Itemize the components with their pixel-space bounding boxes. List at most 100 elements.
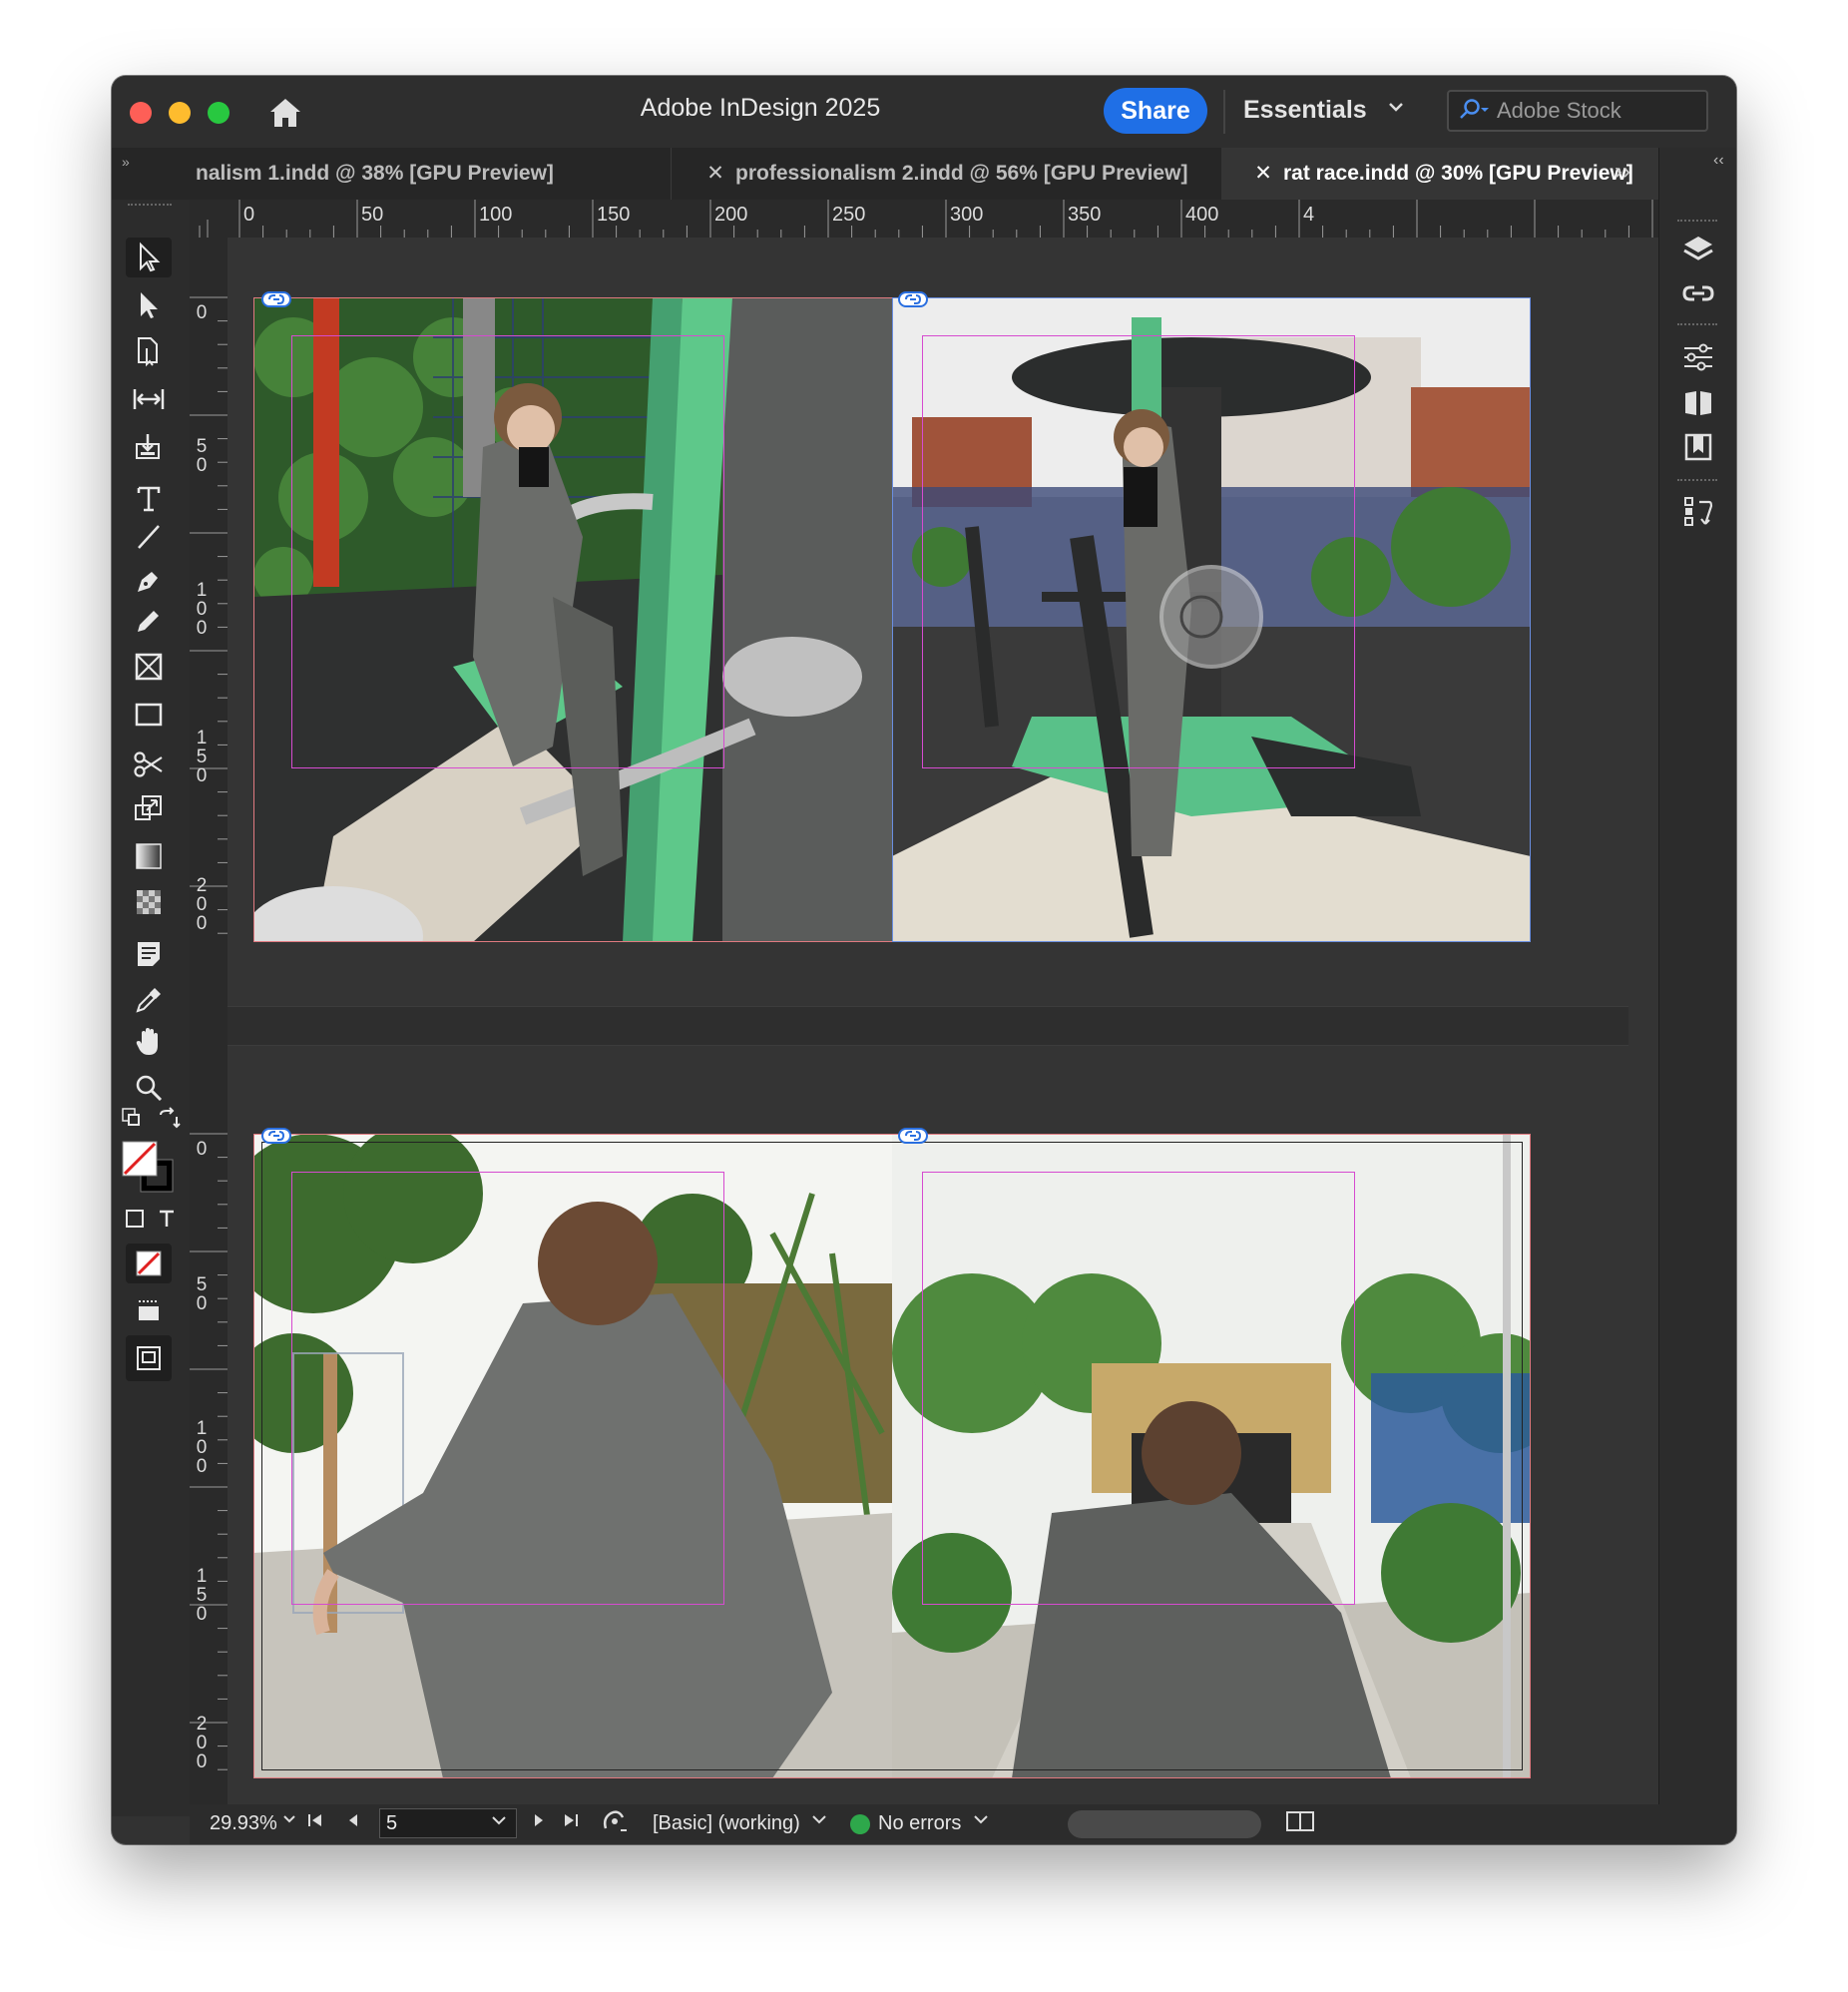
zoom-window-button[interactable] bbox=[208, 102, 230, 124]
line-tool-icon[interactable] bbox=[126, 517, 172, 557]
ruler-label: 150 bbox=[196, 728, 208, 786]
document-canvas[interactable] bbox=[228, 238, 1658, 1804]
ruler-label: 100 bbox=[196, 1418, 208, 1477]
screen-mode-icon[interactable] bbox=[126, 1291, 172, 1331]
ruler-label: 0 bbox=[243, 204, 255, 226]
gradient-feather-tool-icon[interactable] bbox=[126, 882, 172, 922]
panel-grip[interactable] bbox=[1677, 323, 1717, 329]
status-ok-icon bbox=[850, 1814, 870, 1834]
close-tab-icon[interactable]: ✕ bbox=[1249, 148, 1277, 200]
free-transform-tool-icon[interactable] bbox=[126, 788, 172, 828]
selection-tool-icon[interactable] bbox=[126, 238, 172, 277]
app-title: Adobe InDesign 2025 bbox=[640, 94, 881, 122]
cc-libraries-icon[interactable] bbox=[1677, 427, 1719, 467]
formatting-container-icon[interactable] bbox=[122, 1206, 148, 1232]
note-tool-icon[interactable] bbox=[126, 934, 172, 974]
link-icon[interactable] bbox=[898, 291, 928, 307]
properties-icon[interactable] bbox=[1677, 337, 1719, 377]
adobe-stock-search[interactable] bbox=[1447, 90, 1708, 132]
formatting-text-icon[interactable] bbox=[154, 1206, 180, 1232]
ruler-label: 100 bbox=[479, 204, 513, 226]
rectangle-frame-tool-icon[interactable] bbox=[126, 647, 172, 687]
first-page-icon[interactable] bbox=[305, 1810, 325, 1836]
zoom-level[interactable]: 29.93% bbox=[210, 1812, 277, 1835]
content-collector-icon[interactable] bbox=[126, 427, 172, 467]
last-page-icon[interactable] bbox=[561, 1810, 581, 1836]
page-tool-icon[interactable] bbox=[126, 331, 172, 371]
tools-panel bbox=[112, 200, 191, 1816]
home-icon[interactable] bbox=[267, 96, 303, 130]
ruler-label: 0 bbox=[196, 1139, 208, 1160]
link-icon[interactable] bbox=[261, 291, 291, 307]
eyedropper-tool-icon[interactable] bbox=[126, 980, 172, 1020]
swap-fill-stroke-icon[interactable] bbox=[154, 1104, 184, 1134]
ruler-label: 200 bbox=[714, 204, 748, 226]
preview-mode-icon[interactable] bbox=[126, 1335, 172, 1381]
preflight-profile[interactable]: [Basic] (working) bbox=[653, 1812, 800, 1835]
pencil-tool-icon[interactable] bbox=[126, 601, 172, 641]
fill-stroke-swatch[interactable] bbox=[118, 1138, 180, 1198]
workspace-switcher[interactable]: Essentials bbox=[1243, 96, 1367, 125]
tab-overflow-icon[interactable]: ›› bbox=[1615, 158, 1630, 186]
link-icon[interactable] bbox=[261, 1128, 291, 1144]
ruler-label: 400 bbox=[1185, 204, 1219, 226]
spread-separator bbox=[228, 1006, 1628, 1046]
panel-grip[interactable] bbox=[128, 204, 172, 210]
hand-tool-icon[interactable] bbox=[126, 1022, 172, 1062]
vertical-ruler[interactable]: 0 50 100 150 200 0 50 100 150 200 bbox=[190, 238, 229, 1804]
ruler-label: 0 bbox=[196, 302, 208, 323]
layers-icon[interactable] bbox=[1677, 230, 1719, 269]
open-document-page-icon[interactable] bbox=[601, 1808, 629, 1840]
tab-document-1[interactable]: nalism 1.indd @ 38% [GPU Preview] bbox=[196, 148, 671, 200]
horizontal-scrollbar[interactable] bbox=[1068, 1810, 1261, 1838]
default-fill-stroke-icon[interactable] bbox=[118, 1104, 148, 1134]
text-wrap-icon[interactable] bbox=[1677, 491, 1719, 531]
panel-grip[interactable] bbox=[1677, 479, 1717, 485]
chevron-down-icon[interactable] bbox=[1387, 98, 1405, 121]
horizontal-ruler[interactable]: 0 50 100 150 200 250 300 350 400 4 bbox=[190, 200, 1658, 239]
links-icon[interactable] bbox=[1677, 273, 1719, 313]
toolbar-collapse-icon[interactable]: » bbox=[122, 154, 130, 170]
rectangle-tool-icon[interactable] bbox=[126, 695, 172, 735]
close-tab-icon[interactable]: ✕ bbox=[701, 148, 729, 200]
title-separator bbox=[1223, 90, 1225, 134]
previous-page-icon[interactable] bbox=[343, 1810, 363, 1836]
ruler-label: 200 bbox=[196, 1714, 208, 1772]
tab-document-2[interactable]: ✕ professionalism 2.indd @ 56% [GPU Previ… bbox=[671, 148, 1222, 200]
chevron-down-icon[interactable] bbox=[972, 1810, 990, 1834]
type-tool-icon[interactable] bbox=[126, 479, 172, 519]
ruler-label: 50 bbox=[196, 1274, 208, 1314]
ruler-label: 300 bbox=[950, 204, 984, 226]
scissors-tool-icon[interactable] bbox=[126, 745, 172, 784]
next-page-icon[interactable] bbox=[529, 1810, 549, 1836]
panel-dock: ‹‹ bbox=[1658, 148, 1736, 1824]
link-icon[interactable] bbox=[898, 1128, 928, 1144]
apply-none-icon[interactable] bbox=[126, 1244, 172, 1283]
chevron-down-icon[interactable] bbox=[489, 1810, 509, 1836]
minimize-window-button[interactable] bbox=[169, 102, 191, 124]
ruler-label: 100 bbox=[196, 580, 208, 639]
split-window-icon[interactable] bbox=[1285, 1810, 1315, 1838]
selected-frame[interactable] bbox=[892, 297, 1531, 942]
page-trim bbox=[261, 1142, 1523, 1770]
preflight-status[interactable]: No errors bbox=[878, 1812, 961, 1835]
tab-label: nalism 1.indd @ 38% [GPU Preview] bbox=[196, 162, 554, 185]
pen-tool-icon[interactable] bbox=[126, 561, 172, 601]
tab-document-3[interactable]: ✕ rat race.indd @ 30% [GPU Preview] bbox=[1221, 148, 1658, 200]
document-tab-bar: » nalism 1.indd @ 38% [GPU Preview] ✕ pro… bbox=[112, 148, 1658, 200]
close-window-button[interactable] bbox=[130, 102, 152, 124]
panel-grip[interactable] bbox=[1677, 220, 1717, 226]
title-bar: Adobe InDesign 2025 Share Essentials bbox=[112, 76, 1736, 148]
ruler-label: 350 bbox=[1068, 204, 1102, 226]
share-button[interactable]: Share bbox=[1104, 88, 1207, 134]
ruler-label: 4 bbox=[1303, 204, 1315, 226]
zoom-tool-icon[interactable] bbox=[126, 1068, 172, 1108]
direct-selection-tool-icon[interactable] bbox=[126, 285, 172, 325]
chevron-down-icon[interactable] bbox=[810, 1810, 828, 1834]
dock-collapse-icon[interactable]: ‹‹ bbox=[1713, 152, 1724, 170]
gradient-swatch-tool-icon[interactable] bbox=[126, 836, 172, 876]
gap-tool-icon[interactable] bbox=[126, 379, 172, 419]
search-input[interactable] bbox=[1495, 94, 1698, 128]
pages-icon[interactable] bbox=[1677, 383, 1719, 423]
chevron-down-icon[interactable] bbox=[281, 1810, 297, 1833]
